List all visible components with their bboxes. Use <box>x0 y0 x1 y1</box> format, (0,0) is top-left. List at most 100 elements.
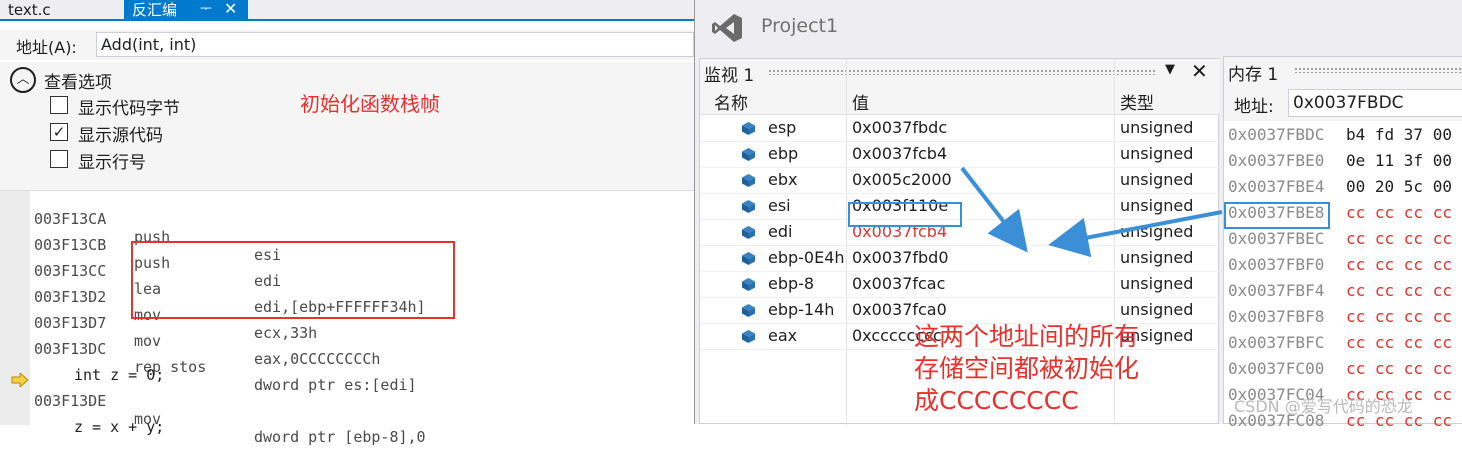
memory-bytes[interactable]: cc cc cc cc <box>1346 255 1452 274</box>
memory-bytes[interactable]: cc cc cc cc <box>1346 359 1452 378</box>
watch-var-name: ebp-14h <box>768 300 835 319</box>
memory-address: 0x0037FBF0 <box>1228 255 1325 274</box>
memory-address: 0x0037FC00 <box>1228 359 1325 378</box>
memory-header: 内存 1 <box>1224 57 1462 85</box>
memory-bytes[interactable]: cc cc cc cc <box>1346 281 1452 300</box>
annotation-init-frame: 初始化函数栈帧 <box>300 92 440 116</box>
disassembly-pane: text.c 反汇编 ᅮ ✕ 地址(A): Add(int, int) ︿ 查看… <box>0 0 694 446</box>
memory-window: 内存 1 地址: 0x0037FBDC 0x0037FBDC b4 fd 37 0… <box>1223 56 1462 430</box>
address-input[interactable]: Add(int, int) <box>96 32 694 57</box>
source-line[interactable]: int z = 0; <box>34 348 164 384</box>
view-options-panel: ︿ 查看选项 显示代码字节 ✓ 显示源代码 显示行号 初始化函数栈帧 <box>0 62 694 190</box>
memory-address: 0x0037FBFC <box>1228 333 1325 352</box>
memory-bytes[interactable]: cc cc cc cc <box>1346 203 1452 222</box>
watch-var-type: unsigned <box>1120 248 1192 267</box>
project-window: Project1 监视 1 ▼ ✕ 名称 值 类型 esp 0x0037fbdc u… <box>694 0 1462 430</box>
cube-icon <box>742 252 755 265</box>
watch-var-type: unsigned <box>1120 300 1192 319</box>
memory-address: 0x0037FBF4 <box>1228 281 1325 300</box>
watch-var-name: eax <box>768 326 798 345</box>
watch-var-name: edi <box>768 222 793 241</box>
instr-operands: eax,0CCCCCCCCh <box>254 350 381 368</box>
memory-address-label: 地址: <box>1234 97 1274 117</box>
cube-icon <box>742 148 755 161</box>
memory-address: 0x0037FBDC <box>1228 125 1325 144</box>
watch-row-ebp-8[interactable]: ebp-8 0x0037fcac unsigned <box>700 272 1220 298</box>
watch-var-value[interactable]: 0x0037fbd0 <box>852 248 949 267</box>
memory-address: 0x0037FBE0 <box>1228 151 1325 170</box>
source-text: z = x + y; <box>74 418 165 436</box>
watch-var-value[interactable]: 0x0037fca0 <box>852 300 947 319</box>
chevron-down-icon[interactable]: ▼ <box>1165 62 1175 77</box>
drag-grip[interactable] <box>768 69 1156 75</box>
tab-text-c[interactable]: text.c <box>0 0 120 21</box>
code-line[interactable]: 003F13D7 mov eax,0CCCCCCCCh <box>34 296 380 368</box>
close-icon[interactable]: ✕ <box>1191 59 1208 83</box>
memory-title: 内存 1 <box>1228 65 1279 85</box>
watch-row-ebp-0E4h[interactable]: ebp-0E4h 0x0037fbd0 unsigned <box>700 246 1220 272</box>
watch-var-name: ebx <box>768 170 798 189</box>
project-title: Project1 <box>761 15 839 37</box>
annotation-line: 存储空间都被初始化 <box>914 354 1140 383</box>
tab-label: 反汇编 <box>132 1 178 19</box>
document-tabs: text.c 反汇编 ᅮ ✕ <box>0 0 694 21</box>
cube-icon <box>742 330 755 343</box>
memory-address-bar: 地址: 0x0037FBDC <box>1224 85 1462 121</box>
watch-var-type: unsigned <box>1120 170 1192 189</box>
collapse-up-icon[interactable]: ︿ <box>10 67 36 93</box>
watch-var-value[interactable]: 0x0037fcb4 <box>852 144 947 163</box>
memory-address-input[interactable]: 0x0037FBDC <box>1288 89 1462 117</box>
watch-var-value[interactable]: 0x005c2000 <box>852 170 952 189</box>
cube-icon <box>742 200 755 213</box>
memory-address: 0x0037FBF8 <box>1228 307 1325 326</box>
option-label: 显示行号 <box>78 153 146 173</box>
memory-bytes[interactable]: 0e 11 3f 00 <box>1346 151 1452 170</box>
memory-bytes[interactable]: cc cc cc cc <box>1346 229 1452 248</box>
address-bar: 地址(A): Add(int, int) <box>0 30 694 60</box>
watch-var-name: ebp-0E4h <box>768 248 845 267</box>
watch-var-value[interactable]: 0x0037fcac <box>852 274 945 293</box>
code-line[interactable]: 003F13CB push edi <box>34 218 281 290</box>
highlight-box-ebp <box>848 202 962 227</box>
checkbox[interactable] <box>50 150 68 168</box>
cube-icon <box>742 278 755 291</box>
highlight-box-init <box>131 241 455 319</box>
pin-icon[interactable]: ᅮ <box>200 0 212 20</box>
memory-bytes[interactable]: cc cc cc cc <box>1346 307 1452 326</box>
watch-var-type: unsigned <box>1120 118 1192 137</box>
checkbox[interactable] <box>50 96 68 114</box>
memory-bytes[interactable]: b4 fd 37 00 <box>1346 125 1452 144</box>
annotation-line: 成CCCCCCCC <box>914 386 1079 415</box>
cube-icon <box>742 122 755 135</box>
checkbox-checked[interactable]: ✓ <box>50 123 68 141</box>
memory-address: 0x0037FBEC <box>1228 229 1325 248</box>
column-value[interactable]: 值 <box>852 89 869 114</box>
watermark: CSDN @爱写代码的恐龙 <box>1234 397 1413 416</box>
drag-grip[interactable] <box>1294 67 1462 73</box>
option-label: 显示代码字节 <box>78 99 180 119</box>
watch-row-ebx[interactable]: ebx 0x005c2000 unsigned <box>700 168 1220 194</box>
watch-row-esp[interactable]: esp 0x0037fbdc unsigned <box>700 116 1220 142</box>
watch-title: 监视 1 <box>704 66 755 86</box>
watch-row-ebp[interactable]: ebp 0x0037fcb4 unsigned <box>700 142 1220 168</box>
code-line-current[interactable]: 003F13DE mov dword ptr [ebp-8],0 <box>34 374 426 446</box>
cube-icon <box>742 226 755 239</box>
code-line[interactable]: 003F13CC lea edi,[ebp+FFFFFF34h] <box>34 244 426 316</box>
highlight-box-memory <box>1224 202 1330 229</box>
source-line[interactable]: z = x + y; <box>34 400 164 436</box>
memory-bytes[interactable]: 00 20 5c 00 <box>1346 177 1452 196</box>
tab-disassembly[interactable]: 反汇编 ᅮ ✕ <box>124 0 248 21</box>
code-line[interactable]: 003F13D2 mov ecx,33h <box>34 270 317 342</box>
watch-var-name: esp <box>768 118 797 137</box>
watch-var-type: unsigned <box>1120 196 1192 215</box>
view-options-title: 查看选项 <box>44 73 112 93</box>
cube-icon <box>742 304 755 317</box>
code-line[interactable]: 003F13DC rep stos dword ptr es:[edi] <box>34 322 417 394</box>
visual-studio-logo <box>712 14 742 42</box>
code-line[interactable]: 003F13CA push esi <box>34 192 281 264</box>
watch-var-value[interactable]: 0x0037fbdc <box>852 118 947 137</box>
close-icon[interactable]: ✕ <box>224 0 237 19</box>
memory-bytes[interactable]: cc cc cc cc <box>1346 333 1452 352</box>
column-name[interactable]: 名称 <box>714 89 748 114</box>
column-type[interactable]: 类型 <box>1120 89 1154 114</box>
